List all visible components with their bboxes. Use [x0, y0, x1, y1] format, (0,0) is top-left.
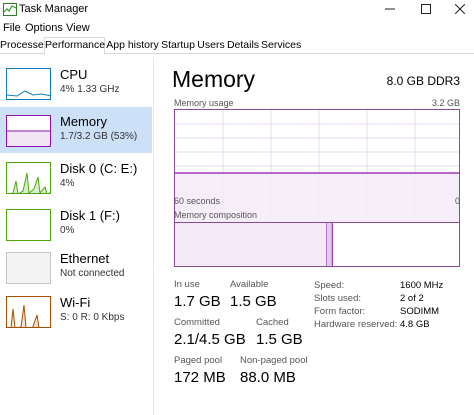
sidebar-item-memory[interactable]: Memory 1.7/3.2 GB (53%) [0, 107, 152, 153]
cpu-thumbnail-graph [6, 68, 51, 100]
time-axis-start: 60 seconds [174, 196, 221, 206]
tab-details[interactable]: Details [226, 38, 260, 54]
sidebar-item-detail: 0% [60, 225, 75, 236]
sidebar-item-label: Disk 1 (F:) [60, 208, 120, 223]
sidebar-item-label: Disk 0 (C: E:) [60, 161, 138, 176]
paged-pool-label: Paged pool [174, 355, 223, 366]
non-paged-pool-value: 88.0 MB [240, 369, 296, 386]
hardware-reserved-value: 4.8 GB [400, 319, 430, 330]
tab-startup[interactable]: Startup [160, 38, 196, 54]
speed-label: Speed: [314, 280, 345, 291]
window-title: Task Manager [19, 3, 89, 15]
memory-usage-max: 3.2 GB [431, 98, 460, 108]
close-icon [455, 4, 465, 14]
close-button[interactable] [442, 0, 474, 18]
task-manager-icon [3, 3, 17, 16]
sidebar-item-disk-0[interactable]: Disk 0 (C: E:) 4% [0, 154, 152, 200]
cached-value: 1.5 GB [256, 331, 303, 348]
non-paged-pool-label: Non-paged pool [240, 355, 308, 366]
minimize-button[interactable] [372, 0, 408, 18]
page-title: Memory [172, 66, 256, 92]
menu-view[interactable]: View [66, 22, 90, 34]
slots-used-value: 2 of 2 [400, 293, 424, 304]
memory-spec: 8.0 GB DDR3 [386, 74, 460, 88]
in-use-value: 1.7 GB [174, 293, 221, 310]
memory-composition-label: Memory composition [174, 210, 258, 220]
sidebar-item-detail: S: 0 R: 0 Kbps [60, 312, 125, 323]
memory-composition-bar [174, 222, 460, 267]
slots-used-label: Slots used: [314, 293, 361, 304]
speed-value: 1600 MHz [400, 280, 444, 291]
menu-options[interactable]: Options [25, 22, 63, 34]
committed-label: Committed [174, 317, 220, 328]
footer-strip [0, 405, 474, 415]
sidebar-item-ethernet[interactable]: Ethernet Not connected [0, 244, 152, 290]
sidebar-item-detail: 4% 1.33 GHz [60, 84, 120, 95]
form-factor-value: SODIMM [400, 306, 440, 317]
memory-thumbnail-graph [6, 115, 51, 147]
menu-file[interactable]: File [3, 22, 21, 34]
sidebar-item-detail: 1.7/3.2 GB (53%) [60, 131, 138, 142]
sidebar-item-label: Ethernet [60, 251, 110, 266]
minimize-icon [385, 8, 395, 10]
maximize-button[interactable] [408, 0, 444, 18]
memory-usage-label: Memory usage [174, 98, 234, 108]
memory-panel: Memory 8.0 GB DDR3 Memory usage 3.2 GB 6… [162, 58, 474, 415]
resource-sidebar: CPU 4% 1.33 GHz Memory 1.7/3.2 GB (53%) … [0, 58, 154, 415]
tab-services[interactable]: Services [261, 38, 301, 54]
hardware-reserved-label: Hardware reserved: [314, 319, 398, 330]
sidebar-item-detail: 4% [60, 178, 75, 189]
tab-performance[interactable]: Performance [44, 37, 105, 55]
tab-bar: Processes Performance App history Startu… [0, 37, 474, 55]
sidebar-item-label: Memory [60, 114, 107, 129]
in-use-label: In use [174, 279, 200, 290]
disk-0-thumbnail-graph [6, 162, 51, 194]
paged-pool-value: 172 MB [174, 369, 226, 386]
tab-users[interactable]: Users [197, 38, 225, 54]
cached-label: Cached [256, 317, 289, 328]
ethernet-thumbnail-graph [6, 252, 51, 284]
disk-1-thumbnail-graph [6, 209, 51, 241]
sidebar-item-detail: Not connected [60, 268, 125, 279]
sidebar-item-label: Wi-Fi [60, 295, 91, 310]
available-label: Available [230, 279, 269, 290]
committed-value: 2.1/4.5 GB [174, 331, 246, 348]
tab-processes[interactable]: Processes [0, 38, 49, 54]
form-factor-label: Form factor: [314, 306, 366, 317]
maximize-icon [421, 4, 431, 14]
sidebar-item-cpu[interactable]: CPU 4% 1.33 GHz [0, 60, 152, 106]
tab-app-history[interactable]: App history [106, 38, 159, 54]
sidebar-item-wifi[interactable]: Wi-Fi S: 0 R: 0 Kbps [0, 288, 152, 334]
sidebar-item-label: CPU [60, 67, 88, 82]
menu-bar: File Options View [0, 20, 474, 37]
available-value: 1.5 GB [230, 293, 277, 310]
sidebar-item-disk-1[interactable]: Disk 1 (F:) 0% [0, 201, 152, 247]
time-axis-end: 0 [454, 196, 460, 206]
title-bar: Task Manager [0, 0, 474, 20]
wifi-thumbnail-graph [6, 296, 51, 328]
